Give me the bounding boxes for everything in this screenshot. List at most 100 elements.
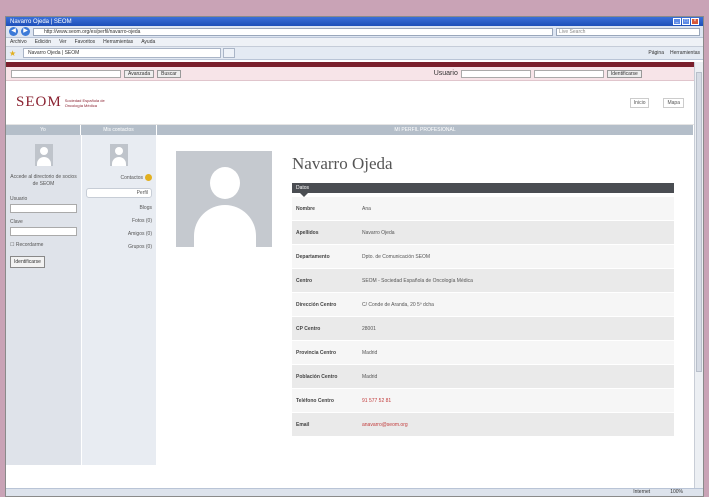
field-value: Ana — [362, 205, 371, 212]
email-link[interactable]: anavarro@seom.org — [362, 422, 674, 428]
back-arrow-icon[interactable]: ◀ — [9, 27, 18, 36]
field-row: Centro SEOM - Sociedad Española de Oncolo… — [292, 269, 674, 293]
sitemap-link[interactable]: Mapa — [663, 97, 684, 108]
section-header: Datos — [292, 183, 674, 197]
maximize-button[interactable]: □ — [682, 18, 690, 25]
field-value: Dpto. de Comunicación SEOM — [362, 253, 431, 260]
advanced-search-link[interactable]: Avanzada — [124, 69, 155, 78]
profile-fields: Nombre Ana Apellidos Navarro Ojeda Departa… — [292, 197, 674, 437]
menu-bar: Archivo Edición Ver Favoritos Herramient… — [6, 38, 703, 47]
user-field-label: Usuario — [10, 196, 28, 202]
field-key: Centro — [296, 277, 313, 284]
menu-item-archivo[interactable]: Archivo — [10, 39, 27, 45]
field-row: Teléfono Centro 91 577 52 81 — [292, 389, 674, 413]
user-avatar-icon — [34, 144, 53, 166]
field-value: 28001 — [362, 325, 376, 332]
phone-link[interactable]: 91 577 52 81 — [362, 398, 674, 404]
menu-item-edicion[interactable]: Edición — [35, 39, 51, 45]
page-menu-button[interactable]: Página — [648, 50, 664, 56]
browser-tab[interactable]: Navarro Ojeda | SEOM — [23, 48, 221, 58]
field-row: Departamento Dpto. de Comunicación SEOM — [292, 245, 674, 269]
field-row: CP Centro 28001 — [292, 317, 674, 341]
user-input[interactable] — [460, 69, 531, 78]
zone-status: Internet — [633, 489, 651, 495]
vertical-scrollbar[interactable] — [694, 62, 703, 488]
mid-item-fotos[interactable]: Fotos (0) — [86, 218, 152, 224]
address-input[interactable]: http://www.seom.org/es/perfil/navarro-oj… — [33, 27, 553, 36]
live-search-input[interactable]: Live Search — [556, 27, 700, 36]
favorites-star-icon[interactable]: ★ — [9, 49, 19, 58]
login-button[interactable]: Identificarse — [606, 69, 642, 78]
mid-item-grupos[interactable]: Grupos (0) — [86, 244, 152, 250]
mid-item-contactos[interactable]: Contactos — [86, 174, 152, 181]
new-tab-button[interactable] — [223, 48, 235, 58]
field-value: Navarro Ojeda — [362, 229, 395, 236]
notification-badge-icon — [145, 174, 152, 181]
password-field-label: Clave — [10, 219, 23, 225]
profile-photo-placeholder — [176, 151, 272, 247]
login-bar: Avanzada Buscar Usuario Identificarse — [6, 67, 694, 81]
mid-item-label: Fotos (0) — [131, 218, 152, 224]
window-titlebar: Navarro Ojeda | SEOM _ □ × — [6, 17, 703, 26]
field-value: Madrid — [362, 373, 378, 380]
contacts-panel: Contactos Perfil Blogs Fotos (0) Amigos … — [81, 135, 156, 465]
header-links: Inicio Mapa — [629, 97, 684, 108]
password-input[interactable] — [533, 69, 604, 78]
field-key: Población Centro — [296, 373, 338, 380]
field-row: Dirección Centro C/ Conde de Aranda, 20 5… — [292, 293, 674, 317]
menu-item-ayuda[interactable]: Ayuda — [141, 39, 155, 45]
seom-logo[interactable]: SEOM — [16, 94, 62, 111]
scrollbar-thumb[interactable] — [696, 72, 702, 372]
mid-item-label: Contactos — [120, 174, 143, 181]
remember-checkbox[interactable]: ☐ Recordarme — [10, 242, 77, 248]
left-panel: Accede al directorio de socios de SEOM U… — [6, 135, 81, 465]
mid-column-header: Mis contactos — [81, 125, 157, 135]
window-controls: _ □ × — [673, 18, 699, 25]
panel-password-input[interactable] — [10, 227, 77, 236]
mid-item-blogs[interactable]: Blogs — [86, 205, 152, 211]
mid-item-label: Amigos (0) — [127, 231, 152, 237]
field-value: SEOM - Sociedad Española de Oncología Mé… — [362, 277, 473, 284]
panel-login-button[interactable]: Identificarse — [10, 256, 45, 268]
profile-name: Navarro Ojeda — [292, 154, 393, 173]
profile-main: Navarro Ojeda Datos Nombre Ana Apellidos N… — [156, 135, 694, 465]
zoom-level[interactable]: 100% — [670, 489, 683, 496]
menu-item-favoritos[interactable]: Favoritos — [75, 39, 96, 45]
contact-avatar-icon — [110, 144, 128, 166]
minimize-button[interactable]: _ — [673, 18, 681, 25]
field-key: Nombre — [296, 205, 315, 212]
mid-item-perfil[interactable]: Perfil — [86, 188, 152, 198]
status-bar: Internet 100% — [6, 488, 703, 496]
web-page: Avanzada Buscar Usuario Identificarse SE… — [6, 62, 694, 488]
field-row: Nombre Ana — [292, 197, 674, 221]
site-search-input[interactable] — [11, 69, 121, 78]
home-link[interactable]: Inicio — [629, 97, 650, 108]
menu-item-ver[interactable]: Ver — [59, 39, 67, 45]
mid-item-label: Grupos (0) — [128, 244, 152, 250]
field-value: C/ Conde de Aranda, 20 5º dcha — [362, 301, 434, 308]
field-value: Madrid — [362, 349, 378, 356]
field-key: Departamento — [296, 253, 330, 260]
panel-user-input[interactable] — [10, 204, 77, 213]
search-button[interactable]: Buscar — [157, 69, 181, 78]
field-row: Población Centro Madrid — [292, 365, 674, 389]
column-headers: Yo Mis contactos MI PERFIL PROFESIONAL — [6, 125, 694, 135]
mid-item-label: Blogs — [139, 205, 152, 211]
page-edge-strip — [0, 0, 6, 16]
remember-label: Recordarme — [15, 242, 44, 248]
address-bar-row: ◀ ▶ http://www.seom.org/es/perfil/navarr… — [6, 26, 703, 38]
page-content: Accede al directorio de socios de SEOM U… — [6, 135, 694, 465]
forward-arrow-icon[interactable]: ▶ — [21, 27, 30, 36]
logo-subtitle: Sociedad Española de Oncología Médica — [64, 97, 105, 108]
site-header: SEOM Sociedad Española de Oncología Médi… — [6, 81, 694, 125]
main-column-header: MI PERFIL PROFESIONAL — [157, 125, 694, 135]
mid-item-amigos[interactable]: Amigos (0) — [86, 231, 152, 237]
browser-window: Navarro Ojeda | SEOM _ □ × ◀ ▶ http://ww… — [5, 16, 704, 497]
field-key: Email — [296, 421, 310, 428]
login-info-text: Accede al directorio de socios de SEOM — [10, 174, 77, 187]
field-row: Email anavarro@seom.org — [292, 413, 674, 437]
menu-item-herramientas[interactable]: Herramientas — [103, 39, 133, 45]
field-row: Provincia Centro Madrid — [292, 341, 674, 365]
tools-menu-button[interactable]: Herramientas — [670, 50, 700, 56]
close-button[interactable]: × — [691, 18, 699, 25]
